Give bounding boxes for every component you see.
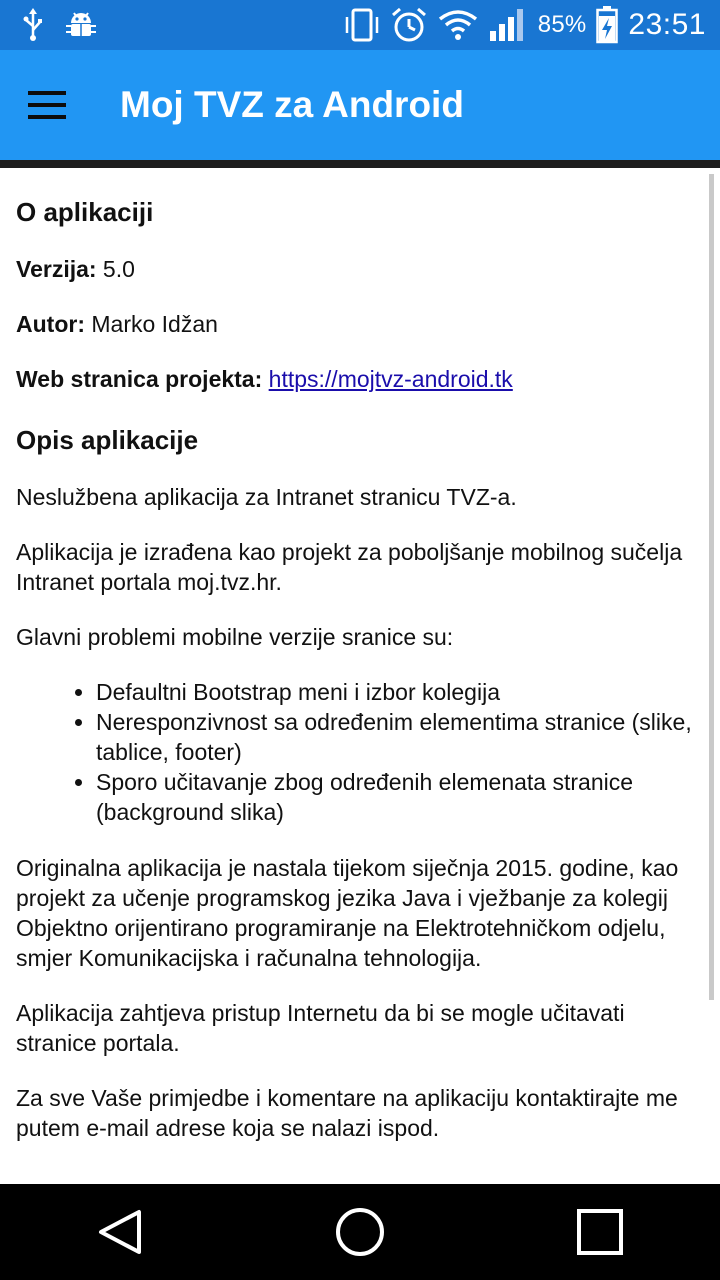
clock-time: 23:51 <box>628 8 706 41</box>
author-value: Marko Idžan <box>84 311 218 337</box>
status-bar: 85% 23:51 <box>0 0 720 50</box>
description-paragraph-2: Aplikacija je izrađena kao projekt za po… <box>16 539 683 595</box>
about-heading: O aplikaciji <box>16 197 154 227</box>
website-row: Web stranica projekta: https://mojtvz-an… <box>16 364 704 394</box>
description-paragraph-1: Neslužbena aplikacija za Intranet strani… <box>16 484 517 510</box>
author-label: Autor: <box>16 311 85 337</box>
scrollbar[interactable] <box>709 174 714 1000</box>
app-title: Moj TVZ za Android <box>120 84 464 125</box>
author-row: Autor: Marko Idžan <box>16 309 704 339</box>
home-icon[interactable] <box>315 1197 405 1267</box>
app-bar: Moj TVZ za Android <box>0 50 720 160</box>
website-link[interactable]: https://mojtvz-android.tk <box>269 366 513 392</box>
navigation-bar <box>0 1184 720 1280</box>
description-heading: Opis aplikacije <box>16 425 199 455</box>
back-icon[interactable] <box>75 1197 165 1267</box>
recents-icon[interactable] <box>555 1197 645 1267</box>
list-item: Neresponzivnost sa određenim elementima … <box>96 707 704 767</box>
version-row: Verzija: 5.0 <box>16 254 704 284</box>
android-debug-icon <box>64 10 98 40</box>
vibrate-icon <box>344 7 380 43</box>
alarm-icon <box>390 6 428 44</box>
about-webview[interactable]: O aplikaciji Verzija: 5.0 Autor: Marko I… <box>0 168 720 1184</box>
battery-percent: 85% <box>537 11 587 38</box>
website-label: Web stranica projekta: <box>16 366 263 392</box>
description-paragraph-5: Aplikacija zahtjeva pristup Internetu da… <box>16 1000 625 1056</box>
usb-icon <box>22 8 44 42</box>
description-paragraph-4: Originalna aplikacija je nastala tijekom… <box>16 855 679 971</box>
list-item: Sporo učitavanje zbog određenih elemenat… <box>96 767 704 827</box>
problems-list: Defaultni Bootstrap meni i izbor kolegij… <box>16 677 704 827</box>
version-label: Verzija: <box>16 256 97 282</box>
description-paragraph-6: Za sve Vaše primjedbe i komentare na apl… <box>16 1085 678 1141</box>
signal-icon <box>488 7 528 43</box>
description-paragraph-3: Glavni problemi mobilne verzije sranice … <box>16 624 454 650</box>
list-item: Defaultni Bootstrap meni i izbor kolegij… <box>96 677 704 707</box>
hamburger-menu-icon[interactable] <box>28 77 84 133</box>
wifi-icon <box>438 9 478 41</box>
version-value: 5.0 <box>96 256 135 282</box>
battery-charging-icon <box>596 6 619 44</box>
app-bar-divider <box>0 160 720 168</box>
